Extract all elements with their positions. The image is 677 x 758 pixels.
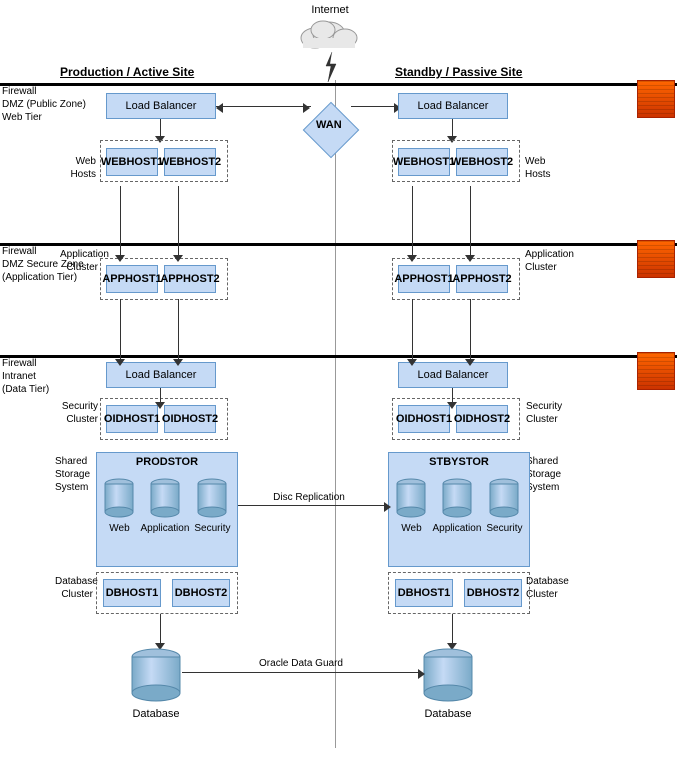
- arrowhead-left-app2-lb2: [173, 359, 183, 366]
- disc-replication-label: Disc Replication: [264, 492, 354, 503]
- right-apphost1: APPHOST1: [398, 265, 450, 293]
- left-storage-sec-label: Security: [194, 523, 230, 534]
- firewall-icon-2: [637, 240, 675, 278]
- site-title-right: Standby / Passive Site: [395, 65, 522, 79]
- left-database-label: Database: [130, 708, 182, 720]
- arrowhead-left-lb2-sec: [155, 402, 165, 409]
- left-load-balancer-top: Load Balancer: [106, 93, 216, 119]
- right-apphost2: APPHOST2: [456, 265, 508, 293]
- left-security-cluster-label: SecurityCluster: [60, 400, 98, 426]
- left-oidhost1: OIDHOST1: [106, 405, 158, 433]
- arrow-wan-right-lb: [351, 106, 398, 107]
- arrowhead-right-lb2-sec: [447, 402, 457, 409]
- arrow-left-lb-wan: [216, 106, 311, 107]
- arrow-left-app2-lb2: [178, 299, 179, 362]
- diagram: Internet Production / Active Site Standb…: [0, 0, 677, 758]
- right-db-cluster-label: DatabaseCluster: [526, 575, 569, 601]
- arrowhead-left-app1-lb2: [115, 359, 125, 366]
- oracle-guard-label: Oracle Data Guard: [256, 658, 346, 669]
- left-oidhost2: OIDHOST2: [164, 405, 216, 433]
- arrowhead-left-lb-wan: [303, 103, 310, 113]
- left-storage-sec: Security: [194, 476, 230, 534]
- arrow-left-app1-lb2: [120, 299, 121, 362]
- left-storage-label: SharedStorageSystem: [55, 455, 90, 494]
- left-database: Database: [130, 647, 182, 720]
- right-storage-label: SharedStorageSystem: [526, 455, 561, 494]
- arrow-left-dbc-db: [160, 614, 161, 646]
- right-storage-cylinders: Web Application: [389, 471, 529, 534]
- firewall-line-2: [0, 243, 677, 246]
- right-webhost1: WEBHOST1: [398, 148, 450, 176]
- right-dbhost1: DBHOST1: [395, 579, 453, 607]
- right-web-hosts-label: WebHosts: [525, 155, 551, 181]
- arrow-disc-replication: [238, 505, 388, 506]
- firewall-line-3: [0, 355, 677, 358]
- arrowhead-right-wh2-app: [465, 255, 475, 262]
- right-database: Database: [422, 647, 474, 720]
- left-storage-cylinders: Web Application: [97, 471, 237, 534]
- wan-label: WAN: [316, 119, 342, 131]
- right-storage-web: Web: [395, 476, 427, 534]
- arrowhead-right-app2-lb2: [465, 359, 475, 366]
- right-storage-box: STBYSTOR Web: [388, 452, 530, 567]
- right-security-cluster-label: SecurityCluster: [526, 400, 562, 426]
- fw-label-3: Firewall Intranet (Data Tier): [2, 357, 49, 396]
- arrowhead-left-wh1-app: [115, 255, 125, 262]
- right-oidhost1: OIDHOST1: [398, 405, 450, 433]
- arrow-right-wh2-app: [470, 186, 471, 258]
- right-storage-sec-label: Security: [486, 523, 522, 534]
- lightning-icon: [320, 52, 340, 82]
- firewall-icon-1: [637, 80, 675, 118]
- left-webhost1: WEBHOST1: [106, 148, 158, 176]
- left-storage-app-label: Application: [140, 523, 189, 534]
- arrowhead-wan-right-lb-left: [216, 103, 223, 113]
- left-storage-web-label: Web: [103, 523, 135, 534]
- arrowhead-right-app1-lb2: [407, 359, 417, 366]
- right-oidhost2: OIDHOST2: [456, 405, 508, 433]
- left-dbhost1: DBHOST1: [103, 579, 161, 607]
- left-apphost1: APPHOST1: [106, 265, 158, 293]
- right-webhost2: WEBHOST2: [456, 148, 508, 176]
- arrow-right-wh1-app: [412, 186, 413, 258]
- right-app-cluster-label: ApplicationCluster: [525, 248, 574, 274]
- cloud-icon: [295, 14, 363, 52]
- arrow-right-app1-lb2: [412, 299, 413, 362]
- left-apphost2: APPHOST2: [164, 265, 216, 293]
- arrowhead-disc-rep: [384, 502, 391, 512]
- left-storage-app: Application: [140, 476, 189, 534]
- right-database-label: Database: [422, 708, 474, 720]
- firewall-icon-3: [637, 352, 675, 390]
- left-storage-web: Web: [103, 476, 135, 534]
- left-web-hosts-label: WebHosts: [60, 155, 96, 181]
- arrow-right-app2-lb2: [470, 299, 471, 362]
- right-storage-sec: Security: [486, 476, 522, 534]
- arrow-left-wh2-app: [178, 186, 179, 258]
- arrow-right-dbc-db: [452, 614, 453, 646]
- arrowhead-right-wh1-app: [407, 255, 417, 262]
- right-dbhost2: DBHOST2: [464, 579, 522, 607]
- fw-label-1: Firewall DMZ (Public Zone) Web Tier: [2, 85, 86, 124]
- arrowhead-oracle-guard: [418, 669, 425, 679]
- left-db-cluster-label: DatabaseCluster: [55, 575, 93, 601]
- right-storage-web-label: Web: [395, 523, 427, 534]
- right-storage-app: Application: [432, 476, 481, 534]
- arrowhead-left-wh2-app: [173, 255, 183, 262]
- left-app-cluster-label: ApplicationCluster: [60, 248, 98, 274]
- right-storage-title: STBYSTOR: [389, 453, 529, 471]
- firewall-line-1: [0, 83, 677, 86]
- left-storage-title: PRODSTOR: [97, 453, 237, 471]
- site-divider: [335, 80, 336, 748]
- arrow-left-wh1-app: [120, 186, 121, 258]
- left-webhost2: WEBHOST2: [164, 148, 216, 176]
- arrow-oracle-guard: [182, 672, 422, 673]
- right-storage-app-label: Application: [432, 523, 481, 534]
- left-storage-box: PRODSTOR Web: [96, 452, 238, 567]
- left-dbhost2: DBHOST2: [172, 579, 230, 607]
- right-load-balancer-top: Load Balancer: [398, 93, 508, 119]
- site-title-left: Production / Active Site: [60, 65, 194, 79]
